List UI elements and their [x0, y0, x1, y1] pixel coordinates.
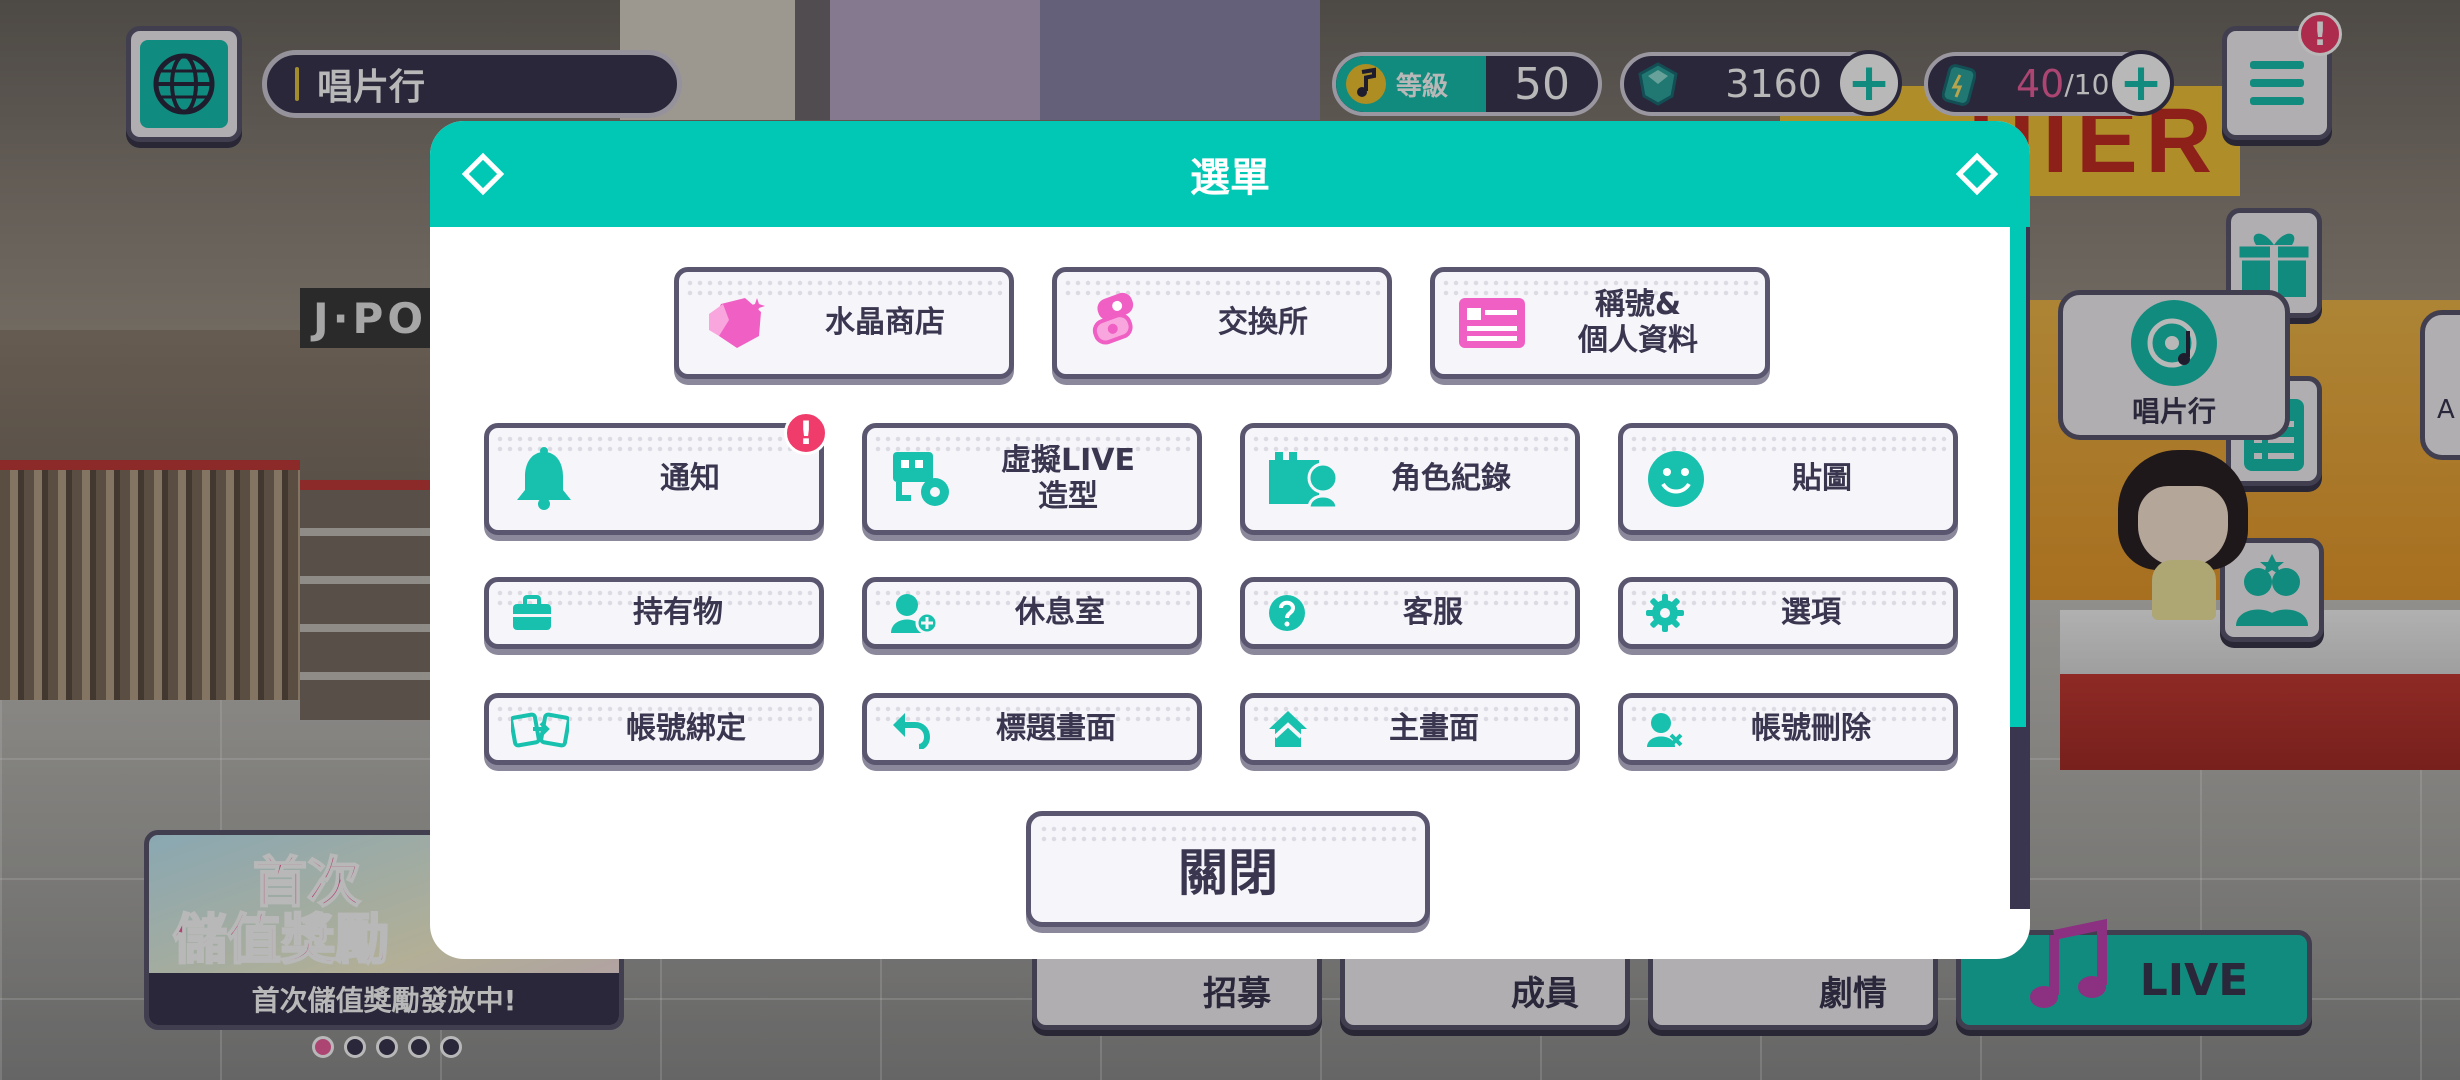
- diamond-ornament-icon: [1955, 152, 1999, 196]
- notice-alert-badge: !: [784, 411, 828, 455]
- title-profile-label-line1: 稱號&: [1594, 287, 1682, 322]
- support-label: 客服: [1403, 595, 1463, 630]
- stickers-button[interactable]: 貼圖: [1618, 423, 1958, 535]
- options-label: 選項: [1781, 595, 1841, 630]
- menu-dialog: 選單 水晶商店 交換所 稱號& 個人資料 通知 ! 虛擬LIVE 造型 角色紀錄…: [430, 121, 2030, 959]
- notice-button[interactable]: 通知: [484, 423, 824, 535]
- lounge-button[interactable]: 休息室: [862, 577, 1202, 649]
- menu-dialog-header: 選單: [430, 121, 2030, 227]
- crystal-shop-icon: [709, 298, 765, 348]
- virtual-live-label-line1: 虛擬LIVE: [1001, 443, 1135, 478]
- diamond-ornament-icon: [461, 152, 505, 196]
- smiley-icon: [1648, 451, 1704, 507]
- home-label: 主畫面: [1389, 711, 1479, 746]
- crystal-shop-label: 水晶商店: [825, 305, 945, 340]
- character-book-icon: [1269, 452, 1339, 510]
- exchange-label: 交換所: [1218, 305, 1308, 340]
- exchange-button[interactable]: 交換所: [1052, 267, 1392, 379]
- support-button[interactable]: 客服: [1240, 577, 1580, 649]
- delete-account-label: 帳號刪除: [1751, 711, 1871, 746]
- costume-settings-icon: [893, 452, 949, 506]
- account-link-button[interactable]: 帳號綁定: [484, 693, 824, 765]
- crystal-shop-button[interactable]: 水晶商店: [674, 267, 1014, 379]
- items-button[interactable]: 持有物: [484, 577, 824, 649]
- title-profile-label-line2: 個人資料: [1578, 323, 1698, 358]
- title-screen-label: 標題畫面: [996, 711, 1116, 746]
- notice-label: 通知: [660, 461, 720, 496]
- stickers-label: 貼圖: [1792, 461, 1852, 496]
- account-link-label: 帳號綁定: [626, 711, 746, 746]
- gear-icon: [1646, 594, 1684, 632]
- profile-card-icon: [1459, 298, 1525, 348]
- bell-icon: [517, 447, 571, 510]
- options-button[interactable]: 選項: [1618, 577, 1958, 649]
- lounge-icon: [891, 594, 939, 635]
- virtual-live-label-line2: 造型: [1038, 479, 1098, 514]
- home-icon: [1269, 711, 1307, 747]
- link-cards-icon: [511, 712, 569, 748]
- lounge-label: 休息室: [1015, 595, 1105, 630]
- help-icon: [1269, 595, 1305, 631]
- exchange-tickets-icon: [1092, 292, 1134, 345]
- character-records-button[interactable]: 角色紀錄: [1240, 423, 1580, 535]
- delete-user-icon: [1647, 713, 1683, 747]
- close-label: 關閉: [1178, 844, 1278, 902]
- menu-dialog-title: 選單: [1190, 155, 1270, 201]
- virtual-live-costume-button[interactable]: 虛擬LIVE 造型: [862, 423, 1202, 535]
- delete-account-button[interactable]: 帳號刪除: [1618, 693, 1958, 765]
- title-profile-button[interactable]: 稱號& 個人資料: [1430, 267, 1770, 379]
- menu-scrollbar-thumb[interactable]: [2010, 227, 2026, 727]
- title-screen-button[interactable]: 標題畫面: [862, 693, 1202, 765]
- items-label: 持有物: [633, 595, 723, 630]
- briefcase-icon: [513, 595, 551, 630]
- return-arrow-icon: [893, 713, 931, 749]
- close-button[interactable]: 關閉: [1026, 811, 1430, 927]
- character-records-label: 角色紀錄: [1391, 461, 1511, 496]
- home-button[interactable]: 主畫面: [1240, 693, 1580, 765]
